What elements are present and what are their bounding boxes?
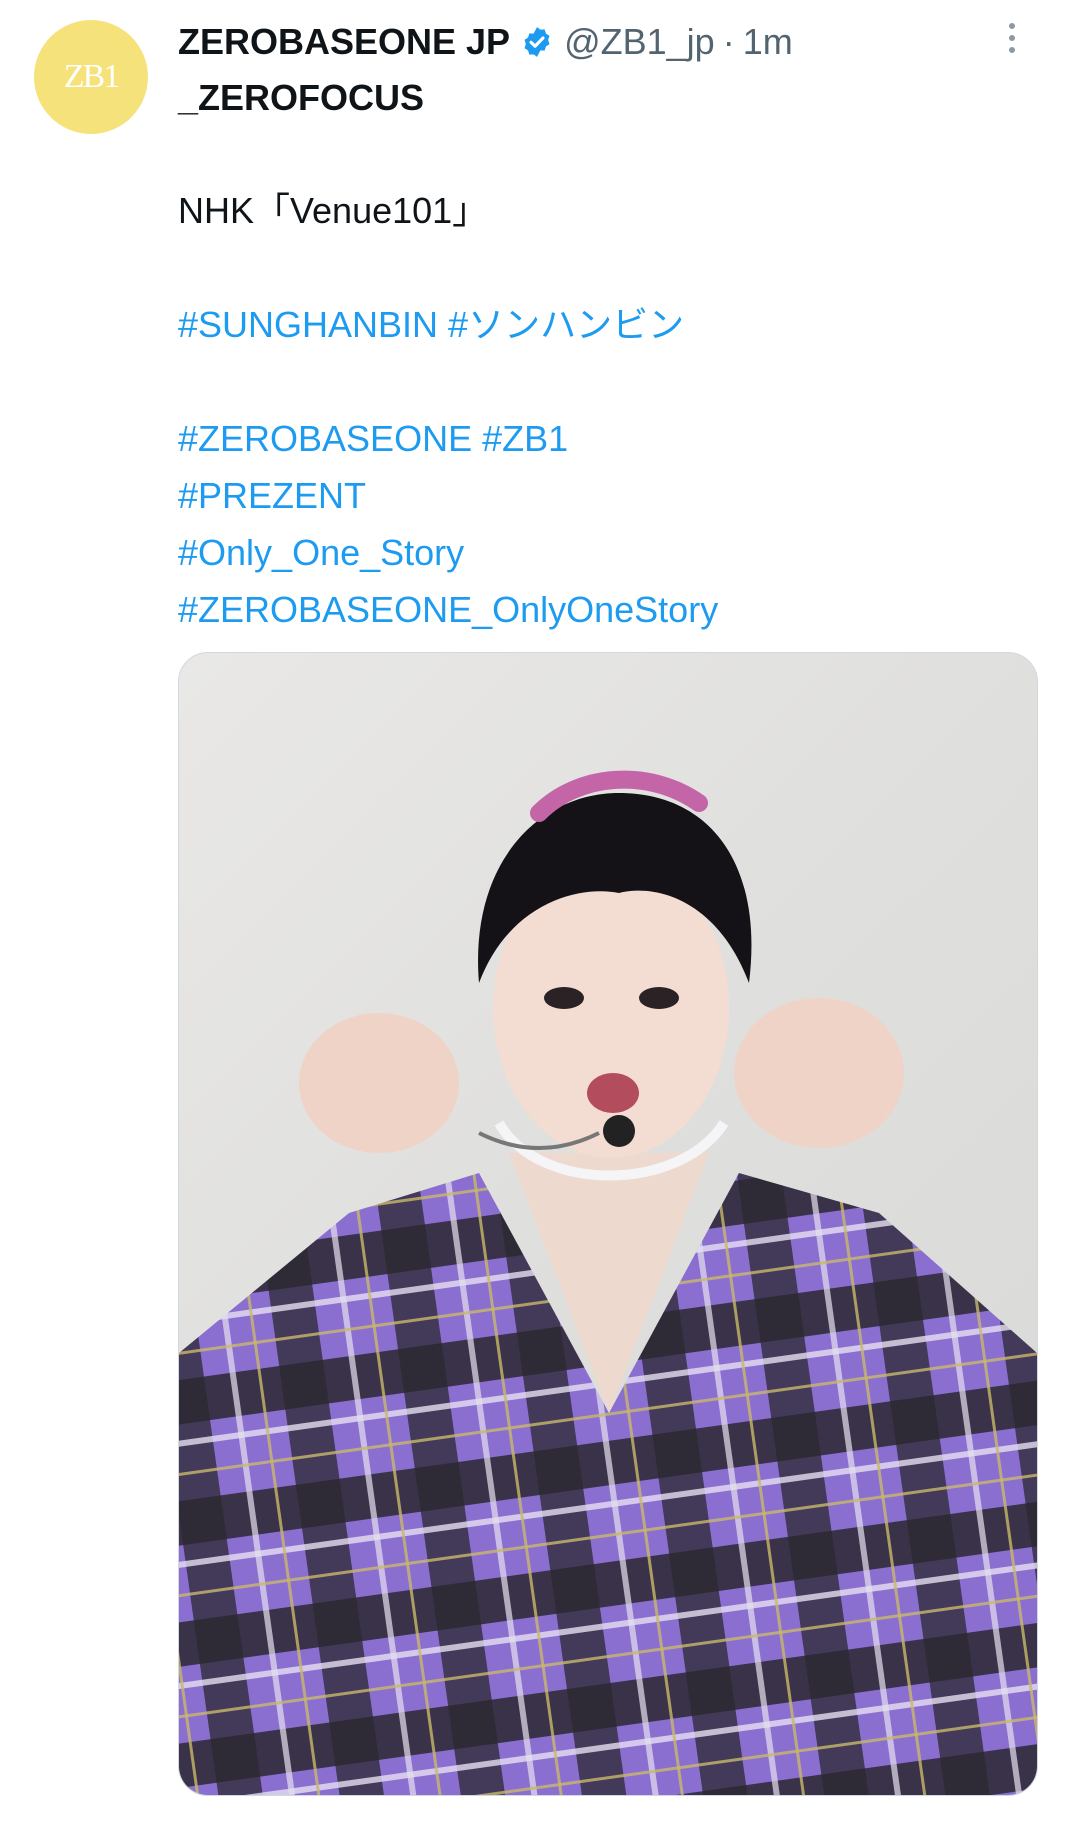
hashtag-link[interactable]: #Only_One_Story [178,524,1038,581]
separator-dot: · [722,21,735,62]
display-name-continued[interactable]: _ZEROFOCUS [178,74,424,122]
hashtag-link[interactable]: #ZEROBASEONE_OnlyOneStory [178,581,1038,638]
more-options-icon[interactable] [1000,18,1024,58]
tweet-line: NHK「Venue101」 [178,190,489,231]
display-name[interactable]: ZEROBASEONE JP [178,18,510,66]
user-handle[interactable]: @ZB1_jp [564,18,715,66]
tweet-header: ZEROBASEONE JP @ZB1_jp · 1m [178,18,1010,66]
hashtag-link[interactable]: #PREZENT [178,467,1038,524]
hashtag-line[interactable]: #ZEROBASEONE #ZB1 [178,410,1038,467]
avatar-logo-text: ZB1 [63,58,120,95]
hashtag-line[interactable]: #SUNGHANBIN #ソンハンビン [178,296,1038,353]
tweet-photo[interactable] [178,652,1038,1796]
timestamp[interactable]: 1m [743,18,793,66]
photo-icon [179,770,1037,1795]
tweet-text: NHK「Venue101」 #SUNGHANBIN #ソンハンビン #ZEROB… [178,182,1038,638]
avatar[interactable]: ZB1 [34,20,148,134]
verified-badge-icon [524,27,550,57]
